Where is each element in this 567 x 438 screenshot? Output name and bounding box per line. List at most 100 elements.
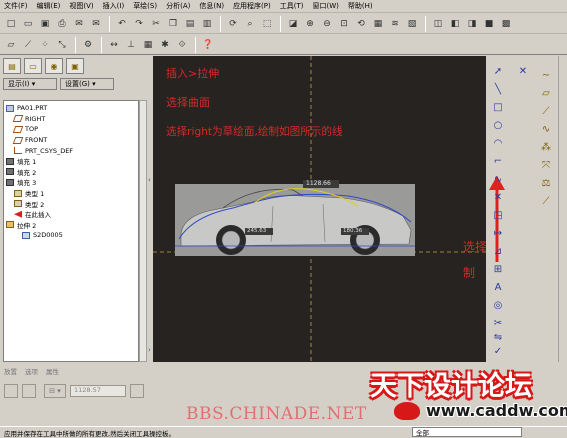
saved-views-icon[interactable]: ▦ xyxy=(370,16,386,32)
flip-direction-icon[interactable] xyxy=(130,384,144,398)
surface-extrude-icon[interactable] xyxy=(22,384,36,398)
zoom-out-icon[interactable]: ⊖ xyxy=(319,16,335,32)
tree-item[interactable]: 在此插入 xyxy=(4,209,138,220)
tree-item[interactable]: FRONT xyxy=(4,135,138,146)
dimension-top[interactable]: 1128.66 xyxy=(306,180,331,187)
point-feature-icon[interactable]: ⁂ xyxy=(538,140,554,155)
tree-item[interactable]: 拉伸 2 xyxy=(4,220,138,231)
menu-item-10[interactable]: 帮助(H) xyxy=(348,1,373,11)
paste-special-icon[interactable]: ▥ xyxy=(199,16,215,32)
menu-item-6[interactable]: 信息(N) xyxy=(199,1,224,11)
accept-check-icon[interactable]: ✓ xyxy=(490,344,506,359)
regenerate-icon[interactable]: ⟳ xyxy=(225,16,241,32)
tree-item[interactable]: TOP xyxy=(4,124,138,135)
menu-item-0[interactable]: 文件(F) xyxy=(4,1,28,11)
tree-item[interactable]: 填充 1 xyxy=(4,156,138,167)
email-icon[interactable]: ✉ xyxy=(71,16,87,32)
favorites-tab-icon[interactable]: ◉ xyxy=(45,58,63,74)
cut-icon[interactable]: ✂ xyxy=(148,16,164,32)
collapse-arrow-icon[interactable]: ‹ xyxy=(148,176,151,184)
solid-extrude-icon[interactable] xyxy=(4,384,18,398)
print-icon[interactable]: ⎙ xyxy=(54,16,70,32)
depth-value-field[interactable]: 1128.57 xyxy=(70,385,126,397)
spline-tool-icon[interactable]: ∿ xyxy=(490,172,506,187)
circle-tool-icon[interactable]: ○ xyxy=(490,118,506,133)
sketched-curve-icon[interactable]: ∿ xyxy=(538,122,554,137)
menu-item-2[interactable]: 视图(V) xyxy=(69,1,93,11)
arc-tool-icon[interactable]: ◠ xyxy=(490,136,506,151)
folder-browser-tab-icon[interactable]: ▭ xyxy=(24,58,42,74)
no-hidden-icon[interactable]: ◨ xyxy=(464,16,480,32)
menu-item-5[interactable]: 分析(A) xyxy=(166,1,190,11)
tree-item[interactable]: PA01.PRT xyxy=(4,103,138,114)
hidden-line-icon[interactable]: ◧ xyxy=(447,16,463,32)
tree-item[interactable]: 类型 2 xyxy=(4,198,138,209)
line-tool-icon[interactable]: ╲ xyxy=(490,82,506,97)
expand-arrow-icon[interactable]: › xyxy=(148,346,151,354)
zoom-in-icon[interactable]: ⊕ xyxy=(302,16,318,32)
model-tree-icon[interactable]: ▩ xyxy=(498,16,514,32)
dimension-left[interactable]: 245.63 xyxy=(247,228,266,234)
csys-feature-icon[interactable]: ⤧ xyxy=(538,158,554,173)
display-dropdown[interactable]: 显示(I) ▾ xyxy=(3,78,57,90)
datum-graph-icon[interactable]: ⟋ xyxy=(538,194,554,209)
sketch-orient-icon[interactable]: ⟐ xyxy=(174,37,190,53)
vertex-icon[interactable]: ✱ xyxy=(157,37,173,53)
mirror-tool-icon[interactable]: ⇋ xyxy=(490,330,506,345)
context-help-icon[interactable]: ❓ xyxy=(200,37,216,53)
plane-feature-icon[interactable]: ▱ xyxy=(538,86,554,101)
undo-icon[interactable]: ↶ xyxy=(114,16,130,32)
menu-item-7[interactable]: 应用程序(P) xyxy=(233,1,271,11)
palette-tool-icon[interactable]: ◎ xyxy=(490,298,506,313)
right-scrollbar[interactable] xyxy=(558,56,567,362)
graphics-window[interactable]: 1128.66 245.63 180.36 插入>拉伸 选择曲面 选择right… xyxy=(153,56,486,362)
tree-scrollbar[interactable] xyxy=(139,100,147,362)
menu-item-1[interactable]: 编辑(E) xyxy=(37,1,61,11)
fillet-tool-icon[interactable]: ⌐ xyxy=(490,154,506,169)
view-manager-icon[interactable]: ▧ xyxy=(404,16,420,32)
point-tool-icon[interactable]: ✕ xyxy=(490,190,506,205)
tab-placement[interactable]: 放置 xyxy=(4,366,17,376)
datum-axis-display-icon[interactable]: ⟋ xyxy=(20,37,36,53)
dimension-right[interactable]: 180.36 xyxy=(343,228,362,234)
menu-item-3[interactable]: 插入(I) xyxy=(103,1,125,11)
tree-item[interactable]: 填充 3 xyxy=(4,177,138,188)
reorient-icon[interactable]: ⟲ xyxy=(353,16,369,32)
tree-item[interactable]: PRT_CSYS_DEF xyxy=(4,145,138,156)
shading-icon[interactable]: ■ xyxy=(481,16,497,32)
tab-options[interactable]: 选项 xyxy=(25,366,38,376)
constrain-tool-icon[interactable]: ⊞ xyxy=(490,262,506,277)
repaint-icon[interactable]: ◪ xyxy=(285,16,301,32)
datum-point-display-icon[interactable]: ⁘ xyxy=(37,37,53,53)
tree-item[interactable]: S2D0005 xyxy=(4,230,138,241)
constraint-icon[interactable]: ⊥ xyxy=(123,37,139,53)
tree-item[interactable]: RIGHT xyxy=(4,114,138,125)
filter-dropdown[interactable]: 全部 xyxy=(412,427,522,437)
text-tool-icon[interactable]: A xyxy=(490,280,506,295)
save-icon[interactable]: ▣ xyxy=(37,16,53,32)
axis-feature-icon[interactable]: ⟋ xyxy=(538,104,554,119)
modify-tool-icon[interactable]: ⊿ xyxy=(490,244,506,259)
tree-item[interactable]: 填充 2 xyxy=(4,167,138,178)
model-tree-tab-icon[interactable]: ▤ xyxy=(3,58,21,74)
find-icon[interactable]: ⌕ xyxy=(242,16,258,32)
curve-feature-icon[interactable]: ∼ xyxy=(538,68,554,83)
paste-icon[interactable]: ▤ xyxy=(182,16,198,32)
connections-tab-icon[interactable]: ▣ xyxy=(66,58,84,74)
sketch-display-icon[interactable]: ⚙ xyxy=(80,37,96,53)
close-x-icon[interactable]: ✕ xyxy=(515,64,531,79)
tree-item[interactable]: 类型 1 xyxy=(4,188,138,199)
select-arrow-icon[interactable]: ➚ xyxy=(490,64,506,79)
csys-display-icon[interactable]: ⤡ xyxy=(54,37,70,53)
depth-option-icon[interactable]: ⊟ ▾ xyxy=(44,384,66,398)
use-edge-icon[interactable]: ◳ xyxy=(490,208,506,223)
menu-item-9[interactable]: 窗口(W) xyxy=(313,1,339,11)
settings-dropdown[interactable]: 设置(G) ▾ xyxy=(60,78,114,90)
tab-properties[interactable]: 属性 xyxy=(46,366,59,376)
dimension-tool-icon[interactable]: ↦ xyxy=(490,226,506,241)
select-box-icon[interactable]: ⬚ xyxy=(259,16,275,32)
dimension-icon[interactable]: ↔ xyxy=(106,37,122,53)
layers-icon[interactable]: ≋ xyxy=(387,16,403,32)
grid-icon[interactable]: ▦ xyxy=(140,37,156,53)
open-file-icon[interactable]: ▭ xyxy=(20,16,36,32)
